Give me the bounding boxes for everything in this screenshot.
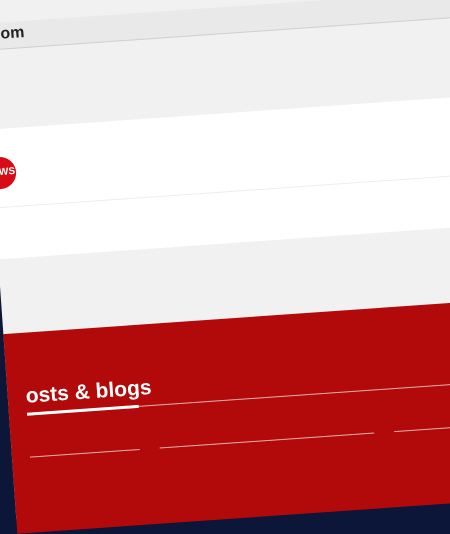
posts-blogs-section: osts & blogs <box>3 297 450 534</box>
site-header: NEWS <box>0 93 450 260</box>
url-text: om <box>0 24 25 43</box>
section-title: osts & blogs <box>24 376 153 408</box>
divider-line <box>29 448 140 458</box>
divider-line <box>159 432 375 449</box>
address-bar[interactable]: om <box>0 0 450 51</box>
divider-line <box>138 380 450 407</box>
news-logo[interactable]: NEWS <box>0 155 18 191</box>
header-divider <box>0 171 450 209</box>
browser-window: om NEWS osts & blogs <box>0 0 450 534</box>
divider-line <box>394 422 450 433</box>
